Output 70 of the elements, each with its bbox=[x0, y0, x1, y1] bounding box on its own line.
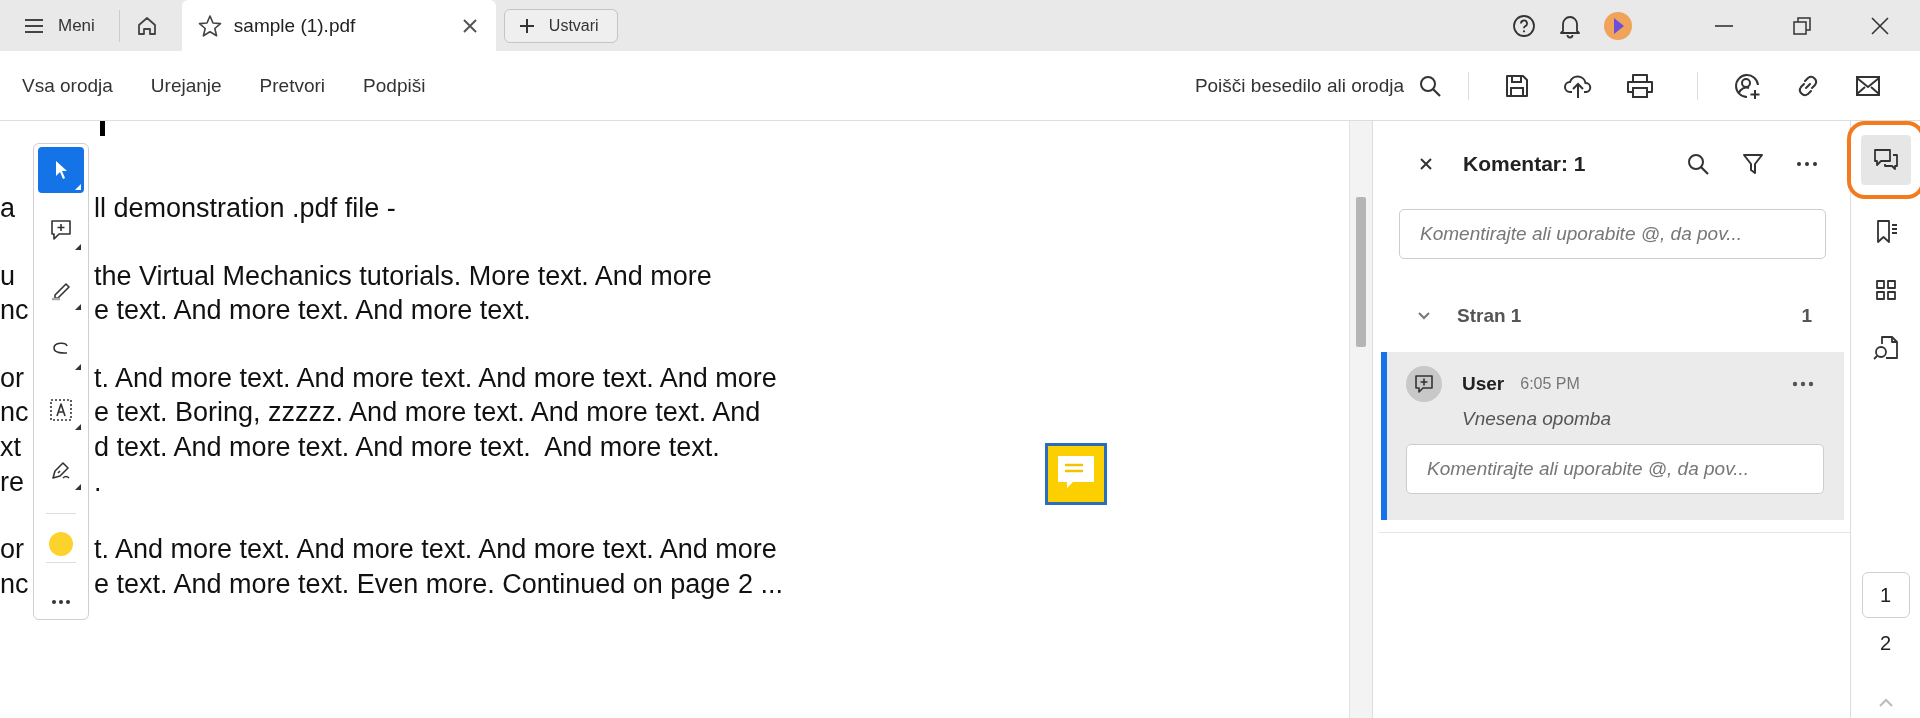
menu-item[interactable]: Urejanje bbox=[150, 74, 222, 97]
text-cursor bbox=[100, 121, 105, 136]
star-icon bbox=[197, 13, 222, 38]
avatar[interactable] bbox=[1604, 11, 1632, 40]
search-icon[interactable] bbox=[1686, 152, 1710, 176]
search-tools-button[interactable]: Poišči besedilo ali orodja bbox=[1194, 73, 1442, 98]
more-icon[interactable] bbox=[1792, 381, 1814, 387]
sticky-note-icon[interactable] bbox=[1045, 443, 1107, 505]
close-icon[interactable] bbox=[461, 17, 478, 34]
filter-icon[interactable] bbox=[1742, 152, 1764, 176]
text-box-icon bbox=[49, 398, 73, 422]
comment-count: 1 bbox=[1801, 305, 1812, 327]
comment-text: Vnesena opomba bbox=[1462, 408, 1612, 430]
create-button[interactable]: Ustvari bbox=[503, 8, 618, 43]
plus-icon bbox=[518, 17, 535, 34]
text-line: e text. And more text. Even more. Continued on page 2 ... bbox=[94, 567, 783, 601]
search-icon bbox=[1418, 73, 1442, 98]
menu-icon bbox=[24, 17, 44, 34]
menu-item[interactable]: Pretvori bbox=[259, 74, 326, 97]
page-number[interactable]: 1 bbox=[1861, 572, 1910, 618]
panel-title: Komentar: 1 bbox=[1463, 152, 1586, 176]
chevron-icon[interactable] bbox=[1417, 311, 1431, 321]
add-person-icon[interactable] bbox=[1733, 71, 1761, 100]
text-fragment: xt bbox=[0, 430, 22, 464]
text-fragment: nc bbox=[0, 294, 30, 328]
text-line: e text. And more text. And more text. bbox=[94, 294, 531, 328]
more-icon[interactable] bbox=[51, 599, 71, 605]
document-tab[interactable]: sample (1).pdf bbox=[181, 0, 496, 51]
close-icon[interactable] bbox=[1419, 157, 1433, 171]
home-icon bbox=[135, 14, 158, 37]
mail-icon[interactable] bbox=[1855, 74, 1881, 97]
text-fragment: nc bbox=[0, 396, 30, 430]
tab-title: sample (1).pdf bbox=[233, 14, 357, 37]
scrollbar-thumb[interactable] bbox=[1356, 197, 1366, 347]
text-fragment: or bbox=[0, 533, 25, 567]
text-fragment: a bbox=[0, 192, 17, 225]
cloud-upload-icon[interactable] bbox=[1564, 72, 1592, 99]
comment-author: User bbox=[1462, 373, 1505, 395]
document-search-icon bbox=[1871, 334, 1900, 362]
page-number[interactable]: 2 bbox=[1861, 620, 1910, 666]
help-icon[interactable] bbox=[1512, 13, 1536, 38]
more-icon[interactable] bbox=[1796, 161, 1818, 167]
comment-avatar-icon bbox=[1406, 366, 1442, 402]
reply-input[interactable]: Komentirajte ali uporabite @, da pov... bbox=[1406, 444, 1824, 494]
comment-card[interactable]: User 6:05 PM Vnesena opomba Komentirajte ali uporabite @, da pov... bbox=[1381, 352, 1844, 520]
comment-time: 6:05 PM bbox=[1520, 375, 1580, 393]
print-icon[interactable] bbox=[1626, 72, 1654, 99]
text-line: t. And more text. And more text. And more text. And more bbox=[94, 361, 777, 395]
text-line: e text. Boring, zzzzz. And more text. And more text. And bbox=[94, 396, 761, 430]
select-tool[interactable] bbox=[38, 147, 84, 193]
close-icon[interactable] bbox=[1870, 15, 1890, 36]
group-label: Stran 1 bbox=[1457, 305, 1522, 327]
text-fragment: nc bbox=[0, 567, 30, 601]
menu-item[interactable]: Podpiši bbox=[363, 74, 426, 97]
text-line: d text. And more text. And more text. And more text. bbox=[94, 430, 720, 464]
save-icon[interactable] bbox=[1504, 72, 1530, 99]
comments-button[interactable] bbox=[1860, 135, 1911, 185]
text-line: the Virtual Mechanics tutorials. More text. And more bbox=[94, 259, 712, 293]
menu-button[interactable]: Meni bbox=[14, 9, 105, 42]
comment-input[interactable]: Komentirajte ali uporabite @, da pov... bbox=[1399, 209, 1826, 259]
text-line: t. And more text. And more text. And more text. And more bbox=[94, 533, 777, 567]
text-line: . bbox=[94, 465, 102, 499]
text-fragment: re bbox=[0, 465, 25, 499]
color-swatch[interactable] bbox=[49, 532, 73, 556]
menu-item[interactable]: Vsa orodja bbox=[22, 74, 113, 97]
add-comment-icon bbox=[49, 218, 73, 242]
text-line: ll demonstration .pdf file - bbox=[94, 192, 396, 225]
text-fragment: or bbox=[0, 361, 25, 395]
restore-icon[interactable] bbox=[1792, 15, 1812, 36]
text-fragment: u bbox=[0, 259, 17, 293]
